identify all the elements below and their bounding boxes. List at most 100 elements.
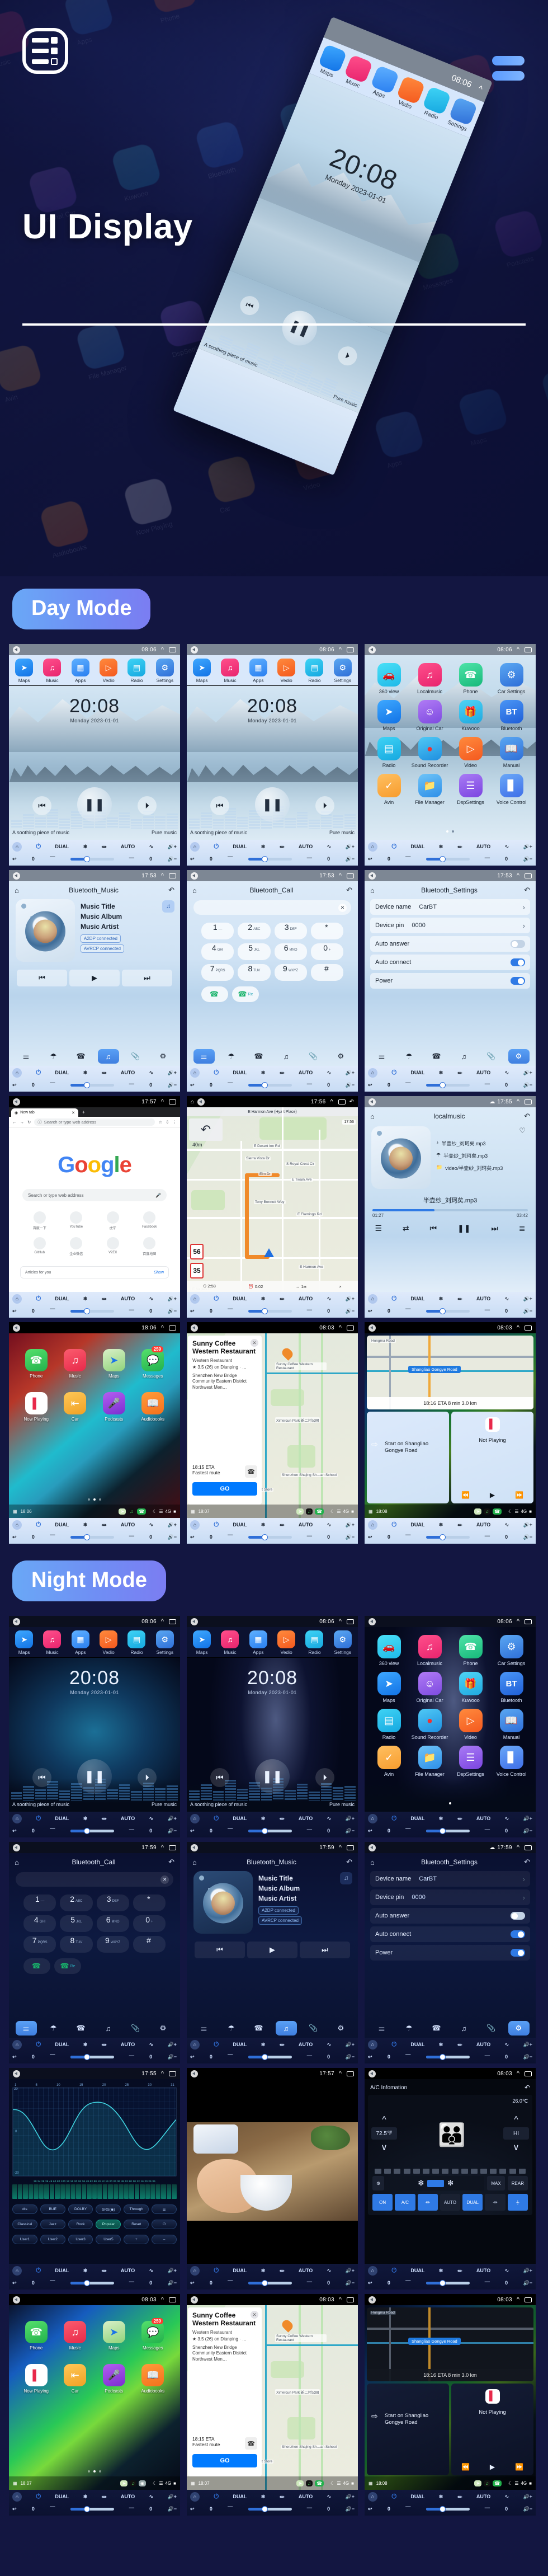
setting-auto-answer[interactable]: Auto answer <box>370 1908 530 1924</box>
prev-button[interactable]: ⏮ <box>210 796 229 815</box>
volume-up-icon[interactable]: 🔊+ <box>345 2042 354 2048</box>
pause-icon[interactable]: ❚❚ <box>457 1224 470 1233</box>
dock-item-maps[interactable]: ➤ Maps <box>189 659 215 683</box>
prev-button[interactable]: ⏮ <box>195 1942 245 1958</box>
home-icon[interactable]: ⌂ <box>368 1520 377 1530</box>
dock-maps-icon[interactable]: ➤ <box>474 1508 482 1515</box>
chevron-up-icon[interactable]: ^ <box>339 2070 342 2077</box>
recents-icon[interactable] <box>525 2071 532 2076</box>
recents-icon[interactable] <box>169 1619 176 1624</box>
carplay-app-podcasts[interactable]: 🎤 Podcasts <box>95 1392 134 1422</box>
dock-maps-icon[interactable]: ➤ <box>296 1508 304 1515</box>
dock-item-apps[interactable]: ▦ Apps <box>245 659 271 683</box>
home-icon[interactable]: ⌂ <box>12 2492 22 2502</box>
recents-icon[interactable] <box>338 1099 346 1104</box>
home-icon[interactable]: ⌂ <box>368 2492 377 2502</box>
back-arrow-icon[interactable]: ↩ <box>12 1082 17 1088</box>
seat-icon[interactable]: ⎺ <box>50 1082 55 1088</box>
setting-auto-answer[interactable]: Auto answer <box>370 936 530 952</box>
fan-icon[interactable]: ∿ <box>505 1522 509 1528</box>
app-manual[interactable]: 📖 Manual <box>492 1709 531 1740</box>
fan-icon[interactable]: ∿ <box>327 1296 332 1302</box>
fast-forward-icon[interactable]: ⏩ <box>515 2463 523 2471</box>
seat-icon[interactable]: ⎺ <box>50 2280 55 2286</box>
back-arrow-icon[interactable]: ↩ <box>12 856 17 862</box>
defog-icon[interactable]: ⏛ <box>102 1295 107 1303</box>
redial-button[interactable]: ☎ Re <box>54 1958 81 1974</box>
key-8[interactable]: 8 TUV <box>60 1936 93 1953</box>
shortcut-tile[interactable]: V2EX <box>95 1237 131 1256</box>
balance-icon[interactable]: ☰ <box>152 2204 177 2214</box>
play-button[interactable]: ▶ <box>247 1942 297 1958</box>
next-icon[interactable]: ⏭ <box>491 1224 498 1233</box>
chevron-up-icon[interactable]: ^ <box>330 1098 333 1105</box>
app-radio[interactable]: ▤ Radio <box>369 737 409 768</box>
setting-device-pin[interactable]: Device pin 0000 › <box>370 1889 530 1905</box>
snowflake-icon[interactable]: ❄ <box>83 2042 88 2048</box>
app-avin[interactable]: ✓ Avin <box>369 1746 409 1777</box>
tab-keypad[interactable]: ⚌ <box>371 1049 393 1064</box>
tab-call-log[interactable]: ☎ <box>70 1049 92 1064</box>
dock-item-music[interactable]: ♫ Music <box>217 659 243 683</box>
key-1[interactable]: 1 –– <box>23 1895 56 1911</box>
nav-map-card[interactable]: Hongma Road Shangliao Gongye Road 18:16 … <box>367 1336 533 1409</box>
volume-up-icon[interactable]: 🔊+ <box>523 2268 532 2274</box>
volume-up-icon[interactable]: 🔊+ <box>523 2042 532 2048</box>
browser-tab[interactable]: ◉ New tab ✕ <box>11 1108 78 1117</box>
rear-button[interactable]: REAR <box>507 2176 528 2190</box>
key-9[interactable]: 9 WXYZ <box>274 964 307 981</box>
ac-settings-icon[interactable]: ⚙ <box>372 2176 385 2190</box>
fan-slider[interactable] <box>70 855 114 862</box>
chevron-down-icon[interactable]: ∨ <box>503 2142 529 2153</box>
defog-icon[interactable]: ⏛ <box>102 1069 107 1077</box>
tab-bt-music[interactable]: ♫ <box>275 2021 297 2036</box>
chevron-up-icon[interactable]: ^ <box>517 2070 519 2077</box>
shortcut-tile[interactable]: 百度地图 <box>131 1237 168 1256</box>
go-button[interactable]: GO <box>192 1482 257 1496</box>
back-arrow-icon[interactable]: ↩ <box>12 1308 17 1314</box>
app-car-settings[interactable]: ⚙ Car Settings <box>492 1635 531 1666</box>
seat-heat-icon[interactable]: ⎻ <box>129 1828 134 1834</box>
bookmark-star-icon[interactable]: ☆ <box>158 1120 162 1125</box>
home-icon[interactable]: ⌂ <box>192 886 197 895</box>
fan-icon[interactable]: ∿ <box>149 1816 154 1822</box>
seat-heat-icon[interactable]: ⎻ <box>307 2280 312 2286</box>
key-4[interactable]: 4 GHI <box>201 943 234 960</box>
volume-down-icon[interactable]: 🔊− <box>523 1308 532 1314</box>
tab-paired[interactable]: 📎 <box>303 1049 324 1064</box>
shortcut-tile[interactable]: 虎牙 <box>95 1211 131 1230</box>
key-7[interactable]: 7 PQRS <box>23 1936 56 1953</box>
prev-icon[interactable]: ⏮ <box>429 1224 437 1233</box>
recents-icon[interactable] <box>347 1619 354 1624</box>
recents-icon[interactable] <box>525 647 532 652</box>
fan-icon[interactable]: ∿ <box>505 1816 509 1822</box>
volume-up-icon[interactable]: 🔊+ <box>345 2494 354 2500</box>
defog-icon[interactable]: ⏛ <box>102 1815 107 1822</box>
seat-icon[interactable]: ⎺ <box>50 856 55 862</box>
back-arrow-icon[interactable]: ↩ <box>190 856 195 862</box>
app-bluetooth[interactable]: BT Bluetooth <box>492 1672 531 1703</box>
seat-heat-icon[interactable]: ⎻ <box>307 2506 312 2512</box>
key-1[interactable]: 1 –– <box>201 923 234 939</box>
power-icon[interactable]: ⏻ <box>214 1069 219 1077</box>
snowflake-icon[interactable]: ❄ <box>83 1070 88 1076</box>
back-arrow-icon[interactable]: ↩ <box>368 856 372 862</box>
setting-auto-connect[interactable]: Auto connect <box>370 1926 530 1942</box>
recents-icon[interactable] <box>347 2071 354 2076</box>
chevron-up-icon[interactable]: ^ <box>517 872 519 879</box>
back-icon[interactable] <box>369 1618 376 1625</box>
app-phone[interactable]: ☎ Phone <box>451 663 490 694</box>
volume-up-icon[interactable]: 🔊+ <box>167 2494 176 2500</box>
volume-up-icon[interactable]: 🔊+ <box>167 1522 176 1528</box>
volume-down-icon[interactable]: 🔊− <box>345 856 354 862</box>
key-7[interactable]: 7 PQRS <box>201 964 234 981</box>
defog-icon[interactable]: ⏛ <box>457 2041 462 2048</box>
eq-icon[interactable]: ≣ <box>519 1224 526 1233</box>
chevron-up-icon[interactable]: ^ <box>339 872 342 879</box>
home-icon[interactable]: ⌂ <box>370 886 375 895</box>
back-icon[interactable] <box>197 1098 205 1106</box>
chevron-up-icon[interactable]: ^ <box>339 2296 342 2303</box>
seat-heat-icon[interactable]: ⎻ <box>129 1082 134 1088</box>
volume-down-icon[interactable]: 🔊− <box>167 1082 176 1088</box>
fan-icon[interactable]: ∿ <box>327 844 332 850</box>
